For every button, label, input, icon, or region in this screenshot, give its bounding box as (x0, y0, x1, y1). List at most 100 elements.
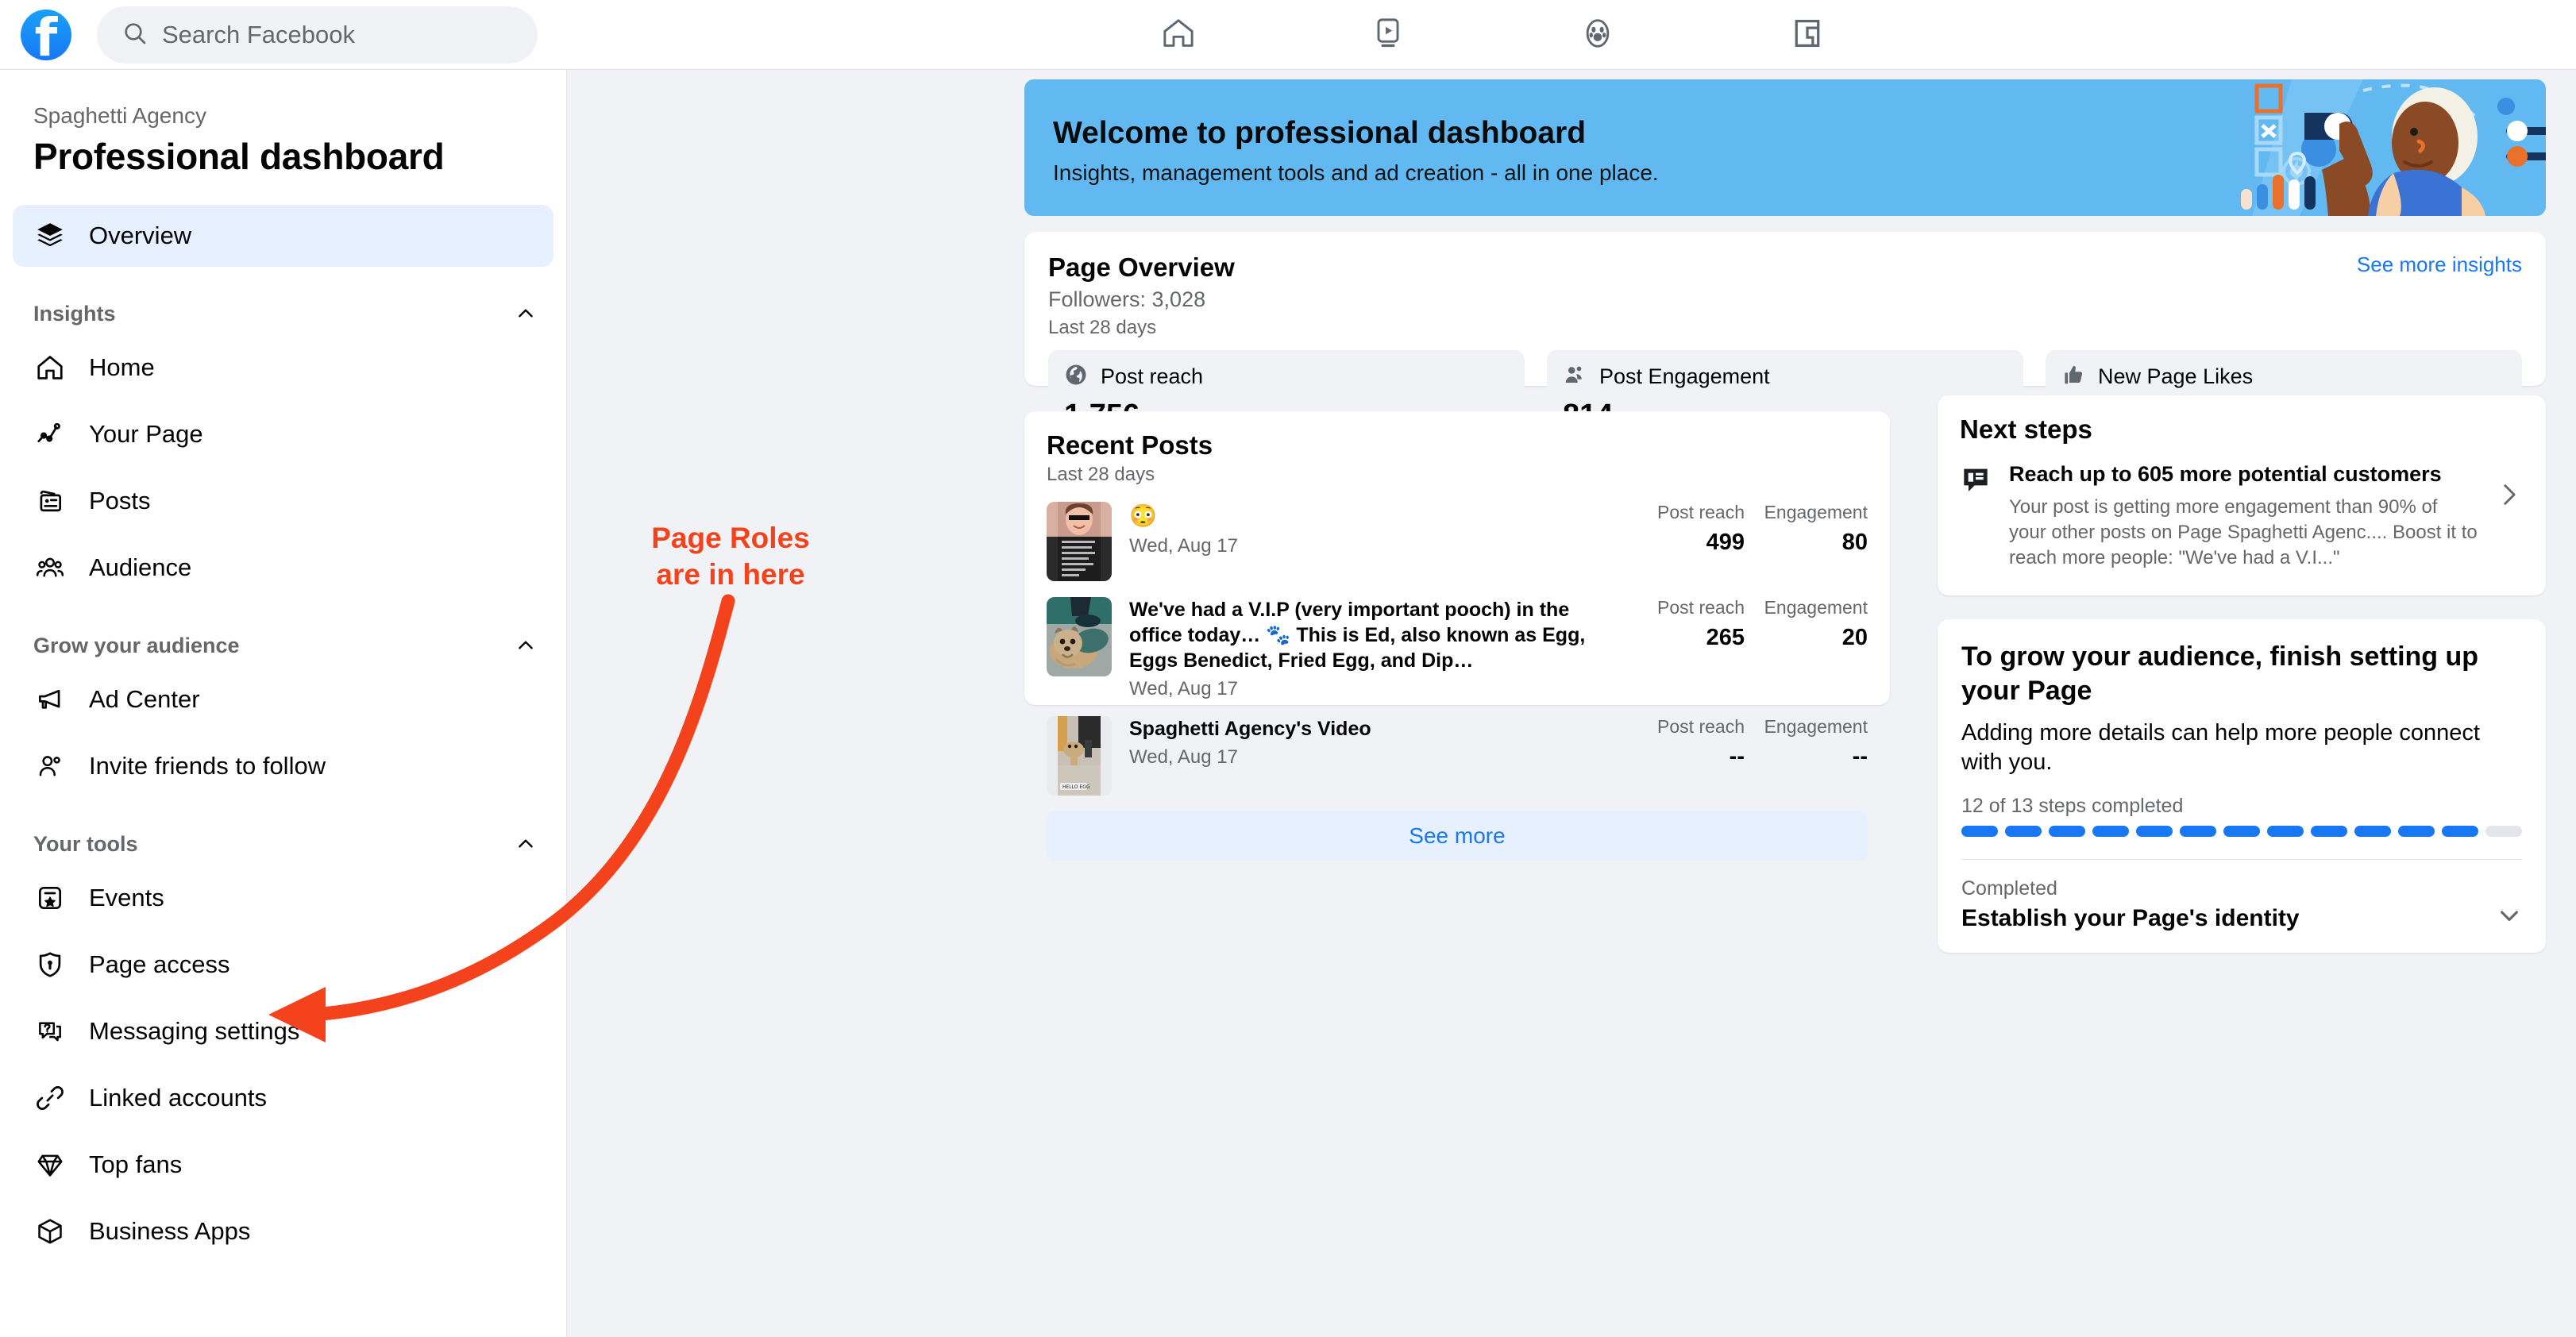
sidebar-section-insights[interactable]: Insights (13, 295, 553, 332)
metric-label: New Page Likes (2098, 364, 2254, 388)
progress-segment (2092, 826, 2129, 838)
chevron-right-icon[interactable] (2495, 481, 2524, 512)
progress-segment (2180, 826, 2216, 838)
post-thumbnail[interactable] (1047, 502, 1112, 581)
section-title: Grow your audience (33, 633, 240, 657)
shield-lock-icon (33, 948, 67, 981)
post-date: Wed, Aug 17 (1129, 746, 1238, 768)
sidebar-item-posts[interactable]: Posts (13, 470, 553, 532)
post-reach-value: 265 (1706, 625, 1745, 650)
column-header-engagement: Engagement (1764, 502, 1868, 522)
grow-audience-steps-label: 12 of 13 steps completed (1961, 795, 2184, 818)
gaming-icon[interactable] (1788, 14, 1826, 56)
table-row[interactable]: 😳 Wed, Aug 17 Post reach 499 Engagement … (1047, 502, 1868, 581)
search-input[interactable]: Search Facebook (97, 6, 538, 64)
column-header-post-reach: Post reach (1657, 716, 1745, 737)
grow-audience-card: To grow your audience, finish setting up… (1938, 619, 2546, 953)
post-reach-value: -- (1729, 744, 1745, 769)
next-steps-item-description: Your post is getting more engagement tha… (2009, 496, 2478, 569)
progress-segment (2223, 826, 2260, 838)
progress-segment (2398, 826, 2435, 838)
completed-section[interactable]: Completed Establish your Page's identity (1961, 877, 2522, 932)
people-group-icon (33, 551, 67, 584)
post-text: We've had a V.I.P (very important pooch)… (1129, 599, 1586, 672)
thumbs-up-icon (2061, 363, 2085, 391)
setup-progress-bar (1961, 826, 2522, 838)
metric-label: Post reach (1101, 364, 1204, 388)
table-row[interactable]: We've had a V.I.P (very important pooch)… (1047, 597, 1868, 700)
main-content-area: Welcome to professional dashboard Insigh… (567, 70, 2576, 1337)
post-engagement-value: -- (1852, 744, 1868, 769)
post-engagement-value: 80 (1841, 530, 1868, 555)
home-icon[interactable] (1159, 14, 1197, 56)
page-overview-period: Last 28 days (1048, 317, 1157, 338)
post-stats: Post reach 265 Engagement 20 (1622, 597, 1868, 651)
chevron-up-icon (515, 635, 536, 656)
sidebar-item-label: Top fans (89, 1150, 183, 1178)
completed-item: Establish your Page's identity (1961, 905, 2300, 932)
post-thumbnail[interactable]: HELLO EGG (1047, 716, 1112, 796)
column-header-post-reach: Post reach (1657, 597, 1745, 618)
sidebar-item-business-apps[interactable]: Business Apps (13, 1200, 553, 1262)
sidebar-item-label: Audience (89, 553, 192, 581)
column-header-engagement: Engagement (1764, 716, 1868, 737)
sidebar-item-label: Page access (89, 950, 230, 978)
progress-segment (2311, 826, 2347, 838)
welcome-banner-text: Welcome to professional dashboard Insigh… (1053, 116, 1659, 186)
sidebar-item-overview[interactable]: Overview (13, 205, 553, 267)
dashboard-column: Welcome to professional dashboard Insigh… (1024, 70, 2576, 1337)
watch-icon[interactable] (1369, 14, 1407, 56)
post-stats: Post reach -- Engagement -- (1622, 716, 1868, 770)
see-more-insights-link[interactable]: See more insights (2357, 252, 2522, 277)
sidebar-item-invite-friends-to-follow[interactable]: Invite friends to follow (13, 735, 553, 797)
sidebar-item-label: Posts (89, 487, 151, 514)
next-steps-title: Next steps (1960, 414, 2092, 444)
completed-label: Completed (1961, 877, 2057, 900)
post-stats: Post reach 499 Engagement 80 (1622, 502, 1868, 556)
top-nav-icon-group (1096, 0, 1890, 70)
sidebar-item-events[interactable]: Events (13, 867, 553, 929)
sidebar-section-grow-your-audience[interactable]: Grow your audience (13, 627, 553, 664)
sidebar-item-page-access[interactable]: Page access (13, 934, 553, 996)
link-chain-icon (33, 1081, 67, 1115)
next-steps-item[interactable]: Reach up to 605 more potential customers… (1960, 460, 2524, 572)
posts-card-icon (33, 484, 67, 518)
globe-icon (1064, 363, 1088, 391)
sidebar-item-home[interactable]: Home (13, 337, 553, 399)
see-more-button[interactable]: See more (1047, 811, 1868, 861)
post-thumbnail[interactable] (1047, 597, 1112, 676)
sidebar-section-your-tools[interactable]: Your tools (13, 826, 553, 862)
sidebar-item-ad-center[interactable]: Ad Center (13, 668, 553, 730)
sidebar-item-top-fans[interactable]: Top fans (13, 1134, 553, 1196)
sidebar-item-label: Your Page (89, 420, 203, 448)
page-overview-title: Page Overview (1048, 252, 1235, 282)
page-overview-card: Page Overview Followers: 3,028 Last 28 d… (1024, 232, 2546, 436)
sidebar-item-messaging-settings[interactable]: Messaging settings (13, 1000, 553, 1062)
next-steps-item-title: Reach up to 605 more potential customers (2009, 462, 2442, 486)
progress-segment (2267, 826, 2304, 838)
column-header-post-reach: Post reach (1657, 502, 1745, 522)
recent-posts-title: Recent Posts (1047, 430, 1213, 460)
people-icon (1563, 363, 1587, 391)
diamond-icon (33, 1148, 67, 1181)
chevron-up-icon (515, 834, 536, 854)
groups-icon[interactable] (1579, 14, 1617, 56)
progress-segment (2442, 826, 2478, 838)
chevron-down-icon[interactable] (2497, 903, 2522, 932)
post-text: 😳 (1129, 503, 1157, 528)
line-chart-icon (33, 418, 67, 451)
svg-text:HELLO EGG: HELLO EGG (1062, 784, 1090, 790)
facebook-logo-glyph: f (34, 10, 58, 60)
top-navigation-bar: f Search Facebook (0, 0, 2576, 70)
sidebar-item-linked-accounts[interactable]: Linked accounts (13, 1067, 553, 1129)
box-icon (33, 1215, 67, 1248)
table-row[interactable]: HELLO EGG Spaghetti Agency's Video Wed, … (1047, 716, 1868, 796)
page-overview-header: Page Overview Followers: 3,028 Last 28 d… (1048, 252, 2522, 339)
sidebar-item-label: Home (89, 353, 155, 381)
sidebar-item-audience[interactable]: Audience (13, 537, 553, 599)
facebook-logo[interactable]: f (21, 10, 71, 60)
page-overview-titleblock: Page Overview Followers: 3,028 Last 28 d… (1048, 252, 1235, 339)
welcome-subheading: Insights, management tools and ad creati… (1053, 160, 1659, 185)
sidebar-item-your-page[interactable]: Your Page (13, 403, 553, 465)
section-title: Your tools (33, 831, 138, 856)
